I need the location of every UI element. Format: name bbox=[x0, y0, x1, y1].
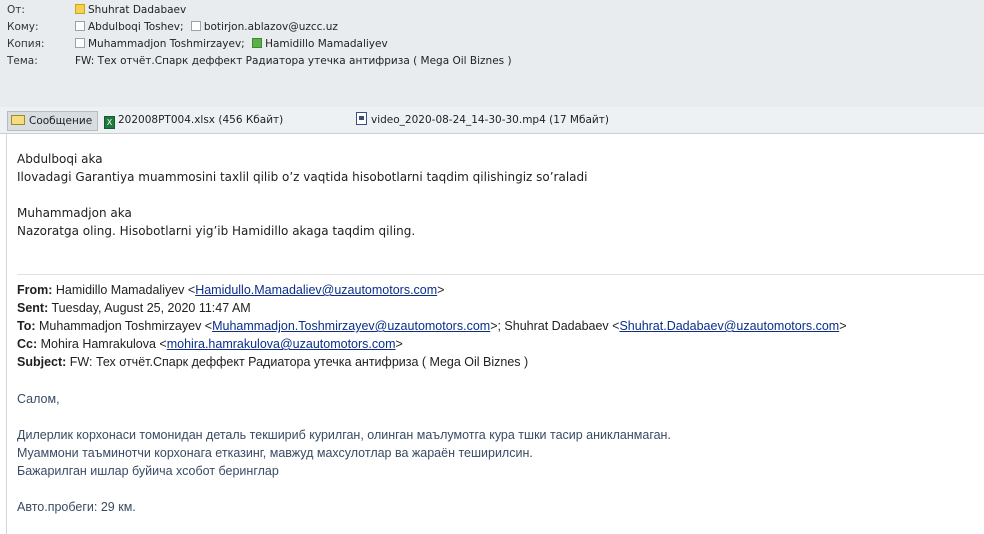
message-line: Abdulboqi aka bbox=[17, 152, 103, 166]
fwd-cc: Cc: Mohira Hamrakulova <mohira.hamrakulo… bbox=[17, 337, 403, 351]
recipient-status-icon bbox=[75, 21, 85, 31]
cc-recipient[interactable]: Muhammadjon Toshmirzayev; bbox=[88, 38, 245, 50]
cc-recipient[interactable]: Hamidillo Mamadaliyev bbox=[265, 38, 388, 50]
fwd-to: To: Muhammadjon Toshmirzayev <Muhammadjo… bbox=[17, 319, 847, 333]
attachment-bar: Сообщение X 202008PT004.xlsx (456 Кбайт) … bbox=[0, 107, 984, 134]
message-line: Muhammadjon aka bbox=[17, 206, 132, 220]
subject-value: FW: Тех отчёт.Спарк деффект Радиатора ут… bbox=[75, 55, 512, 67]
to-recipient[interactable]: Abdulboqi Toshev; bbox=[88, 21, 183, 33]
excel-file-icon: X bbox=[104, 116, 115, 129]
fwd-body-line: Авто.пробеги: 29 км. bbox=[17, 500, 136, 514]
email-link[interactable]: mohira.hamrakulova@uzautomotors.com bbox=[167, 337, 396, 351]
attachment-name: 202008PT004.xlsx (456 Кбайт) bbox=[118, 114, 284, 126]
fwd-subject: Subject: FW: Тех отчёт.Спарк деффект Рад… bbox=[17, 355, 529, 369]
to-recipient[interactable]: botirjon.ablazov@uzcc.uz bbox=[204, 21, 338, 33]
fwd-body-line: Салом, bbox=[17, 392, 60, 406]
fwd-from: From: Hamidillo Mamadaliyev <Hamidullo.M… bbox=[17, 283, 445, 297]
attachment-name: video_2020-08-24_14-30-30.mp4 (17 Мбайт) bbox=[371, 114, 609, 126]
email-link[interactable]: Muhammadjon.Toshmirzayev@uzautomotors.co… bbox=[212, 319, 490, 333]
fwd-body-line: Дилерлик корхонаси томонидан деталь текш… bbox=[17, 428, 671, 442]
message-line: Nazoratga oling. Hisobotlarni yig’ib Ham… bbox=[17, 224, 416, 238]
fwd-sent: Sent: Tuesday, August 25, 2020 11:47 AM bbox=[17, 301, 251, 315]
cc-label: Копия: bbox=[7, 38, 45, 50]
fwd-body-line: Бажарилган ишлар буйича хсобот беринглар bbox=[17, 464, 279, 478]
email-link[interactable]: Hamidullo.Mamadaliev@uzautomotors.com bbox=[195, 283, 437, 297]
subject-label: Тема: bbox=[7, 55, 38, 67]
email-link[interactable]: Shuhrat.Dadabaev@uzautomotors.com bbox=[619, 319, 839, 333]
sender-status-icon bbox=[75, 4, 85, 14]
forward-divider bbox=[17, 274, 984, 275]
from-label: От: bbox=[7, 4, 25, 16]
fwd-body-line: Муаммони таъминотчи корхонага етказинг, … bbox=[17, 446, 533, 460]
recipient-status-icon bbox=[75, 38, 85, 48]
from-value[interactable]: Shuhrat Dadabaev bbox=[88, 4, 186, 16]
attachment-xlsx[interactable]: X 202008PT004.xlsx (456 Кбайт) bbox=[104, 112, 284, 129]
message-header: От: Shuhrat Dadabaev Кому: Abdulboqi Tos… bbox=[0, 0, 984, 107]
envelope-icon bbox=[11, 115, 25, 125]
online-status-icon bbox=[252, 38, 263, 48]
message-tab-label: Сообщение bbox=[29, 115, 93, 127]
message-line: Ilovadagi Garantiya muammosini taxlil qi… bbox=[17, 170, 588, 184]
message-tab[interactable]: Сообщение bbox=[7, 111, 99, 131]
video-file-icon bbox=[356, 112, 367, 125]
to-label: Кому: bbox=[7, 21, 39, 33]
recipient-status-icon bbox=[190, 21, 201, 31]
attachment-mp4[interactable]: video_2020-08-24_14-30-30.mp4 (17 Мбайт) bbox=[356, 112, 609, 128]
